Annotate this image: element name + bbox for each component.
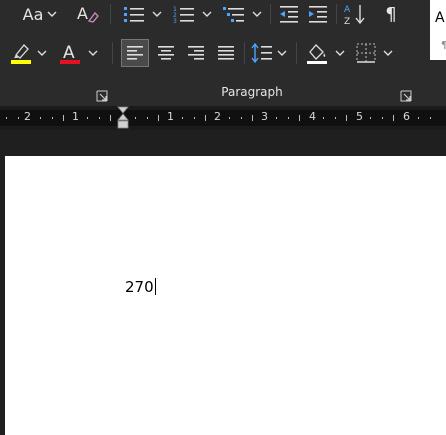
borders-icon xyxy=(356,43,376,63)
numbering-icon: 1 2 3 xyxy=(173,6,194,24)
change-case-label: Aa xyxy=(22,4,44,24)
align-left-button[interactable] xyxy=(121,39,149,67)
pilcrow-icon: ¶ xyxy=(385,3,397,25)
chevron-down-icon xyxy=(277,50,287,56)
styles-gallery-preview[interactable]: A ¶ xyxy=(430,0,446,60)
change-case-button[interactable]: Aa xyxy=(20,3,60,25)
ruler-label: 4 xyxy=(309,110,316,123)
document-text: 270 xyxy=(125,278,154,296)
align-left-icon xyxy=(127,46,143,60)
ruler-label: 3 xyxy=(261,110,268,123)
justify-icon xyxy=(218,46,234,60)
ruler-label: 2 xyxy=(214,110,221,123)
highlighter-icon xyxy=(11,44,31,64)
highlight-color-button[interactable] xyxy=(6,40,50,66)
document-page[interactable]: 270 xyxy=(5,156,446,435)
line-spacing-icon xyxy=(251,42,272,64)
svg-text:A: A xyxy=(344,5,351,15)
chevron-down-icon xyxy=(47,11,57,17)
svg-text:Z: Z xyxy=(344,17,350,26)
ruler-label: 2 xyxy=(24,110,31,123)
paragraph-dialog-launcher[interactable] xyxy=(400,87,412,102)
separator xyxy=(296,42,297,64)
pilcrow-icon: ¶ xyxy=(441,40,446,51)
separator xyxy=(110,4,111,24)
ribbon: Aa A 1 2 3 A Z ¶ A A Paragraph xyxy=(0,0,446,106)
font-color-button[interactable]: A xyxy=(56,40,100,66)
decrease-indent-icon xyxy=(280,6,298,23)
chevron-down-icon xyxy=(383,50,393,56)
bullets-button[interactable] xyxy=(120,2,164,26)
sort-button[interactable]: A Z xyxy=(342,1,368,27)
svg-text:A: A xyxy=(77,4,88,23)
ruler-label: 1 xyxy=(167,110,174,123)
align-right-button[interactable] xyxy=(182,39,210,67)
clear-formatting-icon: A xyxy=(77,4,99,23)
increase-indent-button[interactable] xyxy=(305,2,331,26)
justify-button[interactable] xyxy=(212,39,240,67)
text-cursor xyxy=(154,278,156,295)
line-spacing-button[interactable] xyxy=(248,40,290,66)
shading-button[interactable] xyxy=(302,40,348,66)
paint-bucket-icon xyxy=(307,44,327,64)
chevron-down-icon xyxy=(252,11,262,17)
ruler-label: 5 xyxy=(356,110,363,123)
decrease-indent-button[interactable] xyxy=(276,2,302,26)
indent-marker-handle[interactable] xyxy=(117,106,129,130)
align-center-icon xyxy=(158,46,174,60)
align-center-button[interactable] xyxy=(152,39,180,67)
horizontal-ruler[interactable]: 2 1 1 2 3 4 5 6 xyxy=(0,106,446,130)
clear-formatting-button[interactable]: A xyxy=(74,2,100,26)
chevron-down-icon xyxy=(335,50,345,56)
separator xyxy=(244,42,245,64)
font-color-icon: A xyxy=(60,43,80,64)
ruler-ticks xyxy=(6,115,431,121)
separator xyxy=(112,42,113,64)
align-right-icon xyxy=(188,46,204,60)
multilevel-list-button[interactable] xyxy=(220,2,264,26)
borders-button[interactable] xyxy=(352,40,396,66)
paragraph-group-label: Paragraph xyxy=(221,85,283,99)
ruler-label: 6 xyxy=(403,110,410,123)
sort-icon: A Z xyxy=(344,5,365,26)
svg-text:3: 3 xyxy=(173,18,177,24)
chevron-down-icon xyxy=(202,11,212,17)
bullets-icon xyxy=(124,7,144,22)
multilevel-list-icon xyxy=(223,7,244,22)
chevron-down-icon xyxy=(88,50,98,56)
increase-indent-icon xyxy=(309,6,327,23)
chevron-down-icon xyxy=(152,11,162,17)
ruler-label: 1 xyxy=(72,110,79,123)
dialog-launcher-icon xyxy=(400,90,412,102)
chevron-down-icon xyxy=(37,50,47,56)
styles-preview-letter: A xyxy=(435,10,445,26)
show-formatting-marks-button[interactable]: ¶ xyxy=(378,2,404,26)
separator xyxy=(270,4,271,24)
separator xyxy=(336,4,337,24)
document-body-text[interactable]: 270 xyxy=(125,278,156,296)
numbering-button[interactable]: 1 2 3 xyxy=(170,2,214,26)
page-gutter xyxy=(0,130,446,156)
